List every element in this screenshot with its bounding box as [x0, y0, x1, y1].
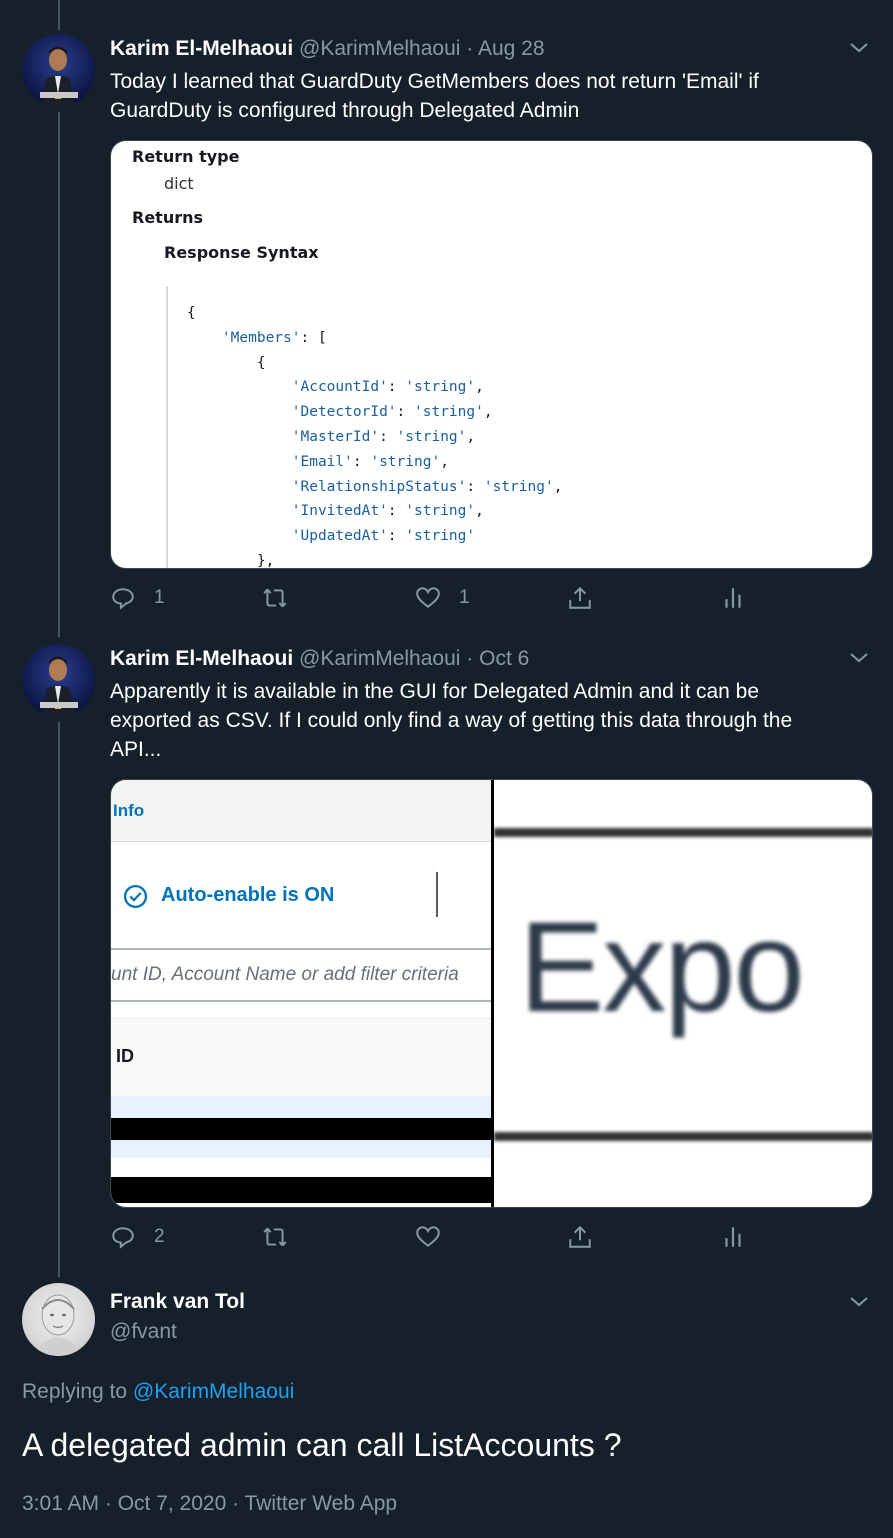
retweet-button[interactable] — [262, 585, 288, 611]
code-line: 'MasterId': 'string', — [291, 428, 476, 445]
tweet-2[interactable]: Karim El-Melhaoui @KarimMelhaoui · Oct 6… — [0, 640, 893, 1270]
code-line: }, — [256, 552, 275, 569]
tweet-text: Today I learned that GuardDuty GetMember… — [110, 67, 870, 125]
reply-count: 2 — [154, 1226, 165, 1247]
replying-to-link[interactable]: @KarimMelhaoui — [133, 1380, 294, 1403]
media-image-export[interactable]: Expo — [494, 780, 872, 1207]
reply-icon — [112, 1227, 134, 1249]
share-button[interactable] — [567, 1224, 593, 1250]
replying-to: Replying to @KarimMelhaoui — [22, 1380, 294, 1404]
author-handle[interactable]: @fvant — [110, 1320, 177, 1344]
export-text: Expo — [519, 896, 805, 1039]
like-icon — [416, 587, 440, 608]
divider — [436, 872, 438, 917]
share-icon — [569, 586, 591, 609]
like-icon — [416, 1226, 440, 1247]
tweet-text-line: GuardDuty is configured through Delegate… — [110, 99, 580, 122]
author-handle[interactable]: @KarimMelhaoui — [299, 37, 460, 60]
table-row — [111, 1096, 491, 1118]
chevron-down-icon[interactable] — [847, 1290, 871, 1314]
code-block-border — [166, 286, 168, 568]
media-image-doc[interactable]: Return type dict Returns Response Syntax… — [110, 140, 873, 569]
table-header-id: ID — [116, 1046, 134, 1066]
share-icon — [569, 1225, 591, 1248]
code-line: 'InvitedAt': 'string', — [291, 503, 484, 520]
gui-header-band — [111, 780, 491, 842]
avatar[interactable] — [22, 1283, 95, 1356]
author-name[interactable]: Frank van Tol — [110, 1290, 245, 1314]
info-link: Info — [113, 801, 145, 820]
tweet-text-line: Apparently it is available in the GUI fo… — [110, 680, 760, 703]
redacted-row — [111, 1118, 491, 1140]
tweet-header: Karim El-Melhaoui @KarimMelhaoui · Aug 2… — [110, 35, 545, 63]
chevron-down-icon[interactable] — [847, 36, 871, 60]
share-button[interactable] — [567, 585, 593, 611]
reply-icon — [112, 588, 134, 610]
reply-button[interactable]: 2 — [110, 1224, 165, 1250]
retweet-icon — [263, 588, 287, 608]
replying-prefix: Replying to — [22, 1380, 128, 1403]
return-type-value: dict — [164, 174, 194, 193]
tweet-actions: 1 1 — [110, 585, 810, 615]
tweet-text-line: Today I learned that GuardDuty GetMember… — [110, 70, 759, 93]
code-line: { — [256, 354, 266, 371]
filter-placeholder: unt ID, Account Name or add filter crite… — [111, 964, 459, 985]
blurred-line — [494, 1132, 872, 1141]
tweet-date[interactable]: Aug 28 — [478, 37, 545, 60]
separator: · — [466, 647, 474, 670]
code-line: 'AccountId': 'string', — [291, 379, 484, 396]
reply-button[interactable]: 1 — [110, 585, 165, 611]
tweet-actions: 2 — [110, 1224, 810, 1254]
tweet-text-line: exported as CSV. If I could only find a … — [110, 709, 793, 732]
like-count: 1 — [459, 587, 470, 608]
chevron-down-icon[interactable] — [847, 646, 871, 670]
media-images: Info Auto-enable is ON unt ID, Account N… — [110, 779, 873, 1208]
table-row — [111, 1140, 491, 1158]
code-line: 'RelationshipStatus': 'string', — [291, 478, 563, 495]
code-line: 'Email': 'string', — [291, 453, 449, 470]
avatar[interactable] — [22, 34, 95, 107]
analytics-icon — [725, 1227, 741, 1247]
analytics-button[interactable] — [720, 585, 746, 611]
main-tweet: Frank van Tol @fvant Replying to @KarimM… — [0, 1270, 893, 1538]
author-name[interactable]: Karim El-Melhaoui — [110, 647, 293, 670]
reply-count: 1 — [154, 587, 165, 608]
tweet-date[interactable]: Oct 6 — [479, 647, 529, 670]
code-line: 'UpdatedAt': 'string' — [291, 528, 476, 545]
tweet-text: Apparently it is available in the GUI fo… — [110, 677, 870, 764]
retweet-button[interactable] — [262, 1224, 288, 1250]
tweet-meta[interactable]: 3:01 AM · Oct 7, 2020 · Twitter Web App — [22, 1492, 397, 1516]
analytics-button[interactable] — [720, 1224, 746, 1250]
table-row — [111, 1158, 491, 1177]
avatar[interactable] — [22, 644, 95, 717]
tweet-text-line: API... — [110, 738, 162, 761]
like-button[interactable] — [415, 1224, 441, 1250]
analytics-icon — [725, 588, 741, 608]
code-line: { — [187, 305, 196, 321]
auto-enable-status: Auto-enable is ON — [161, 884, 335, 906]
check-circle-icon — [123, 884, 148, 909]
code-line: 'DetectorId': 'string', — [291, 404, 493, 421]
code-line: 'Members': [ — [221, 329, 327, 346]
main-tweet-text: A delegated admin can call ListAccounts … — [22, 1427, 622, 1463]
retweet-icon — [263, 1227, 287, 1247]
like-button[interactable]: 1 — [415, 585, 470, 611]
media-image-gui[interactable]: Info Auto-enable is ON unt ID, Account N… — [111, 780, 491, 1207]
tweet-1[interactable]: Karim El-Melhaoui @KarimMelhaoui · Aug 2… — [0, 0, 893, 640]
author-handle[interactable]: @KarimMelhaoui — [299, 647, 460, 670]
code-block: { 'Members': [ { 'AccountId': 'string', … — [187, 301, 563, 569]
return-type-label: Return type — [132, 147, 240, 166]
returns-label: Returns — [132, 208, 204, 227]
author-name[interactable]: Karim El-Melhaoui — [110, 37, 293, 60]
blurred-line — [494, 828, 872, 837]
separator: · — [466, 37, 474, 60]
tweet-header: Karim El-Melhaoui @KarimMelhaoui · Oct 6 — [110, 645, 529, 673]
table-header-band — [111, 1018, 491, 1096]
redacted-row — [111, 1177, 491, 1203]
response-syntax-label: Response Syntax — [164, 243, 319, 262]
